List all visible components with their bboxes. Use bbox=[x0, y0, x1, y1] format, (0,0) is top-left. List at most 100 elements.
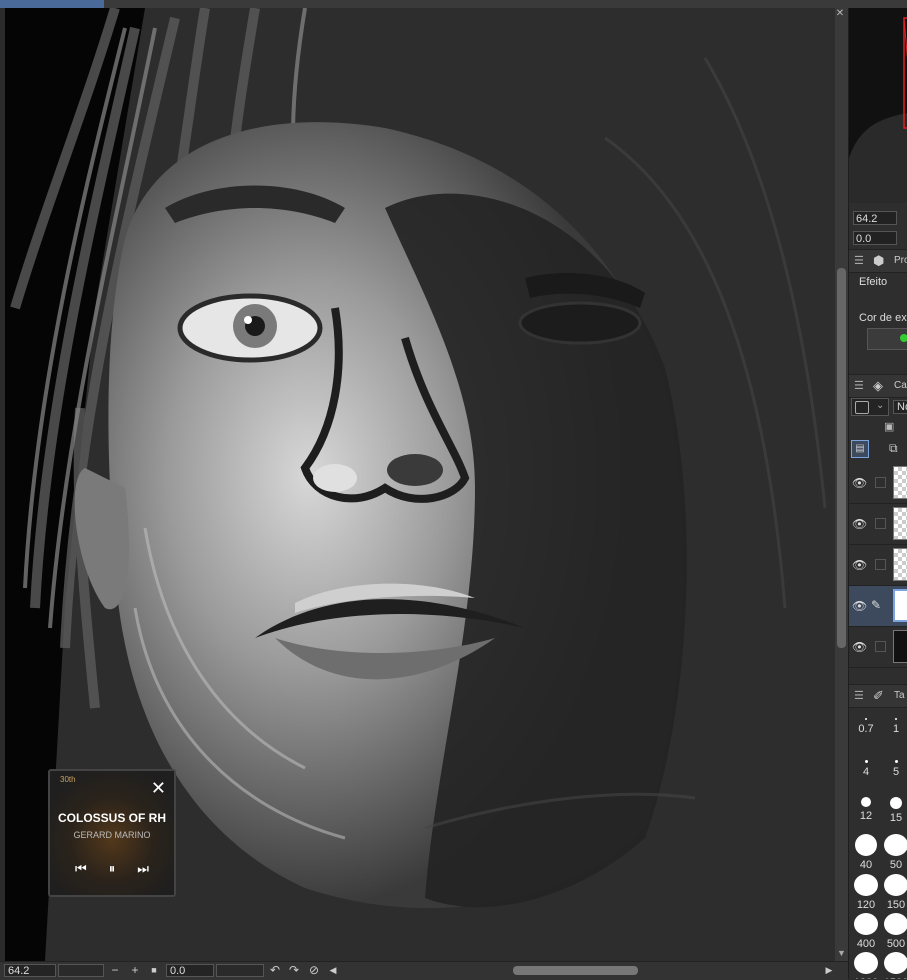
zoom-in-icon[interactable]: + bbox=[128, 963, 142, 978]
horizontal-scroll-thumb[interactable] bbox=[513, 966, 638, 975]
navigator-preview[interactable] bbox=[849, 8, 907, 203]
brush-size-label: 1 bbox=[892, 723, 900, 735]
eye-icon[interactable]: 👁 bbox=[852, 640, 867, 654]
layer-lock-checkbox[interactable] bbox=[875, 477, 886, 488]
layer-palette-icon[interactable]: ▤ bbox=[851, 440, 869, 458]
properties-panel-header[interactable]: ☰ ⬢ Pro bbox=[849, 249, 907, 273]
layer-row[interactable]: 👁 bbox=[849, 545, 907, 586]
brush-size-preset[interactable]: 1200 bbox=[851, 952, 881, 979]
brush-size-preset[interactable]: 400 bbox=[851, 913, 881, 950]
brush-size-preset[interactable]: 0.7 bbox=[851, 718, 881, 735]
brush-size-preset[interactable]: 120 bbox=[851, 874, 881, 911]
layer-thumbnail bbox=[893, 507, 907, 540]
pause-icon[interactable]: ⏸ bbox=[109, 861, 116, 877]
brush-size-preset[interactable]: 4 bbox=[851, 760, 881, 778]
rotate-left-icon[interactable]: ↶ bbox=[268, 963, 282, 978]
layer-thumbnail bbox=[893, 548, 907, 581]
reset-rotation-icon[interactable]: ⊘ bbox=[307, 963, 321, 978]
zoom-field[interactable]: 64.2 bbox=[4, 964, 56, 977]
expression-color-label: Cor de exp bbox=[859, 312, 907, 324]
scroll-down-icon[interactable]: ▼ bbox=[835, 948, 848, 958]
close-icon[interactable]: ✕ bbox=[151, 779, 166, 797]
navigator-rotation-field[interactable]: 0.0 bbox=[853, 231, 897, 245]
brush-size-preset[interactable]: 40 bbox=[851, 834, 881, 871]
brush-size-label: 12 bbox=[859, 810, 873, 822]
brush-size-label: 5 bbox=[892, 766, 900, 778]
fit-icon[interactable]: ■ bbox=[147, 963, 161, 978]
brush-dot-icon bbox=[895, 718, 897, 720]
close-canvas-icon[interactable]: ✕ bbox=[833, 8, 847, 20]
brush-dot-icon bbox=[884, 834, 907, 856]
brush-size-label: 500 bbox=[886, 938, 906, 950]
vertical-scroll-thumb[interactable] bbox=[837, 268, 846, 648]
right-panel-stack: 64.2 0.0 ☰ ⬢ Pro Efeito Cor de exp ☰ ◈ C… bbox=[848, 8, 907, 979]
effect-label: Efeito bbox=[859, 276, 888, 288]
brush-dot-icon bbox=[854, 952, 878, 974]
rotate-right-icon[interactable]: ↷ bbox=[287, 963, 301, 978]
rotation-slider[interactable] bbox=[216, 964, 264, 977]
layer-type-icon bbox=[855, 401, 869, 414]
layer-row[interactable]: 👁 bbox=[849, 627, 907, 668]
brush-dot-icon bbox=[890, 797, 902, 809]
brush-size-label: 150 bbox=[886, 899, 906, 911]
properties-icon: ⬢ bbox=[873, 253, 885, 268]
navigator-zoom-field[interactable]: 64.2 bbox=[853, 211, 897, 225]
brush-dot-icon bbox=[855, 834, 877, 856]
expression-color-button[interactable] bbox=[867, 328, 907, 350]
menu-icon[interactable]: ☰ bbox=[854, 254, 864, 267]
brush-size-preset[interactable]: 15 bbox=[881, 797, 907, 824]
brush-dot-icon bbox=[884, 913, 907, 935]
eye-icon[interactable]: 👁 bbox=[852, 476, 867, 490]
layer-row-active[interactable]: 👁 ✎ bbox=[849, 586, 907, 627]
document-tab[interactable] bbox=[0, 0, 104, 8]
anniversary-emblem: 30th bbox=[60, 775, 76, 784]
layer-thumbnail bbox=[893, 589, 907, 622]
zoom-slider[interactable] bbox=[58, 964, 104, 977]
new-layer-icon[interactable]: ⧉ bbox=[889, 441, 898, 456]
brush-size-preset[interactable]: 150 bbox=[881, 874, 907, 911]
vertical-scrollbar[interactable]: ▼ bbox=[835, 8, 848, 961]
menu-icon[interactable]: ☰ bbox=[854, 689, 864, 702]
chevron-down-icon: ⌄ bbox=[876, 400, 885, 411]
eye-icon[interactable]: 👁 bbox=[852, 558, 867, 572]
music-player-widget[interactable]: 30th ✕ COLOSSUS OF RH GERARD MARINO ⏮ ⏸ … bbox=[48, 769, 176, 897]
blend-mode-dropdown[interactable]: No bbox=[893, 400, 907, 414]
brush-size-preset[interactable]: 1500 bbox=[881, 952, 907, 979]
scroll-left-icon[interactable]: ◀ bbox=[326, 963, 340, 978]
eye-icon[interactable]: 👁 bbox=[852, 517, 867, 531]
brush-size-preset[interactable]: 50 bbox=[881, 834, 907, 871]
brush-size-label: 15 bbox=[889, 812, 903, 824]
layer-row[interactable]: 👁 bbox=[849, 504, 907, 545]
color-dot-icon bbox=[900, 334, 907, 342]
brush-size-preset[interactable]: 5 bbox=[881, 760, 907, 778]
layer-lock-checkbox[interactable] bbox=[875, 559, 886, 570]
brush-size-label: 0.7 bbox=[858, 723, 874, 735]
zoom-out-icon[interactable]: − bbox=[108, 963, 122, 978]
brush-dot-icon bbox=[865, 718, 867, 720]
layer-lock-checkbox[interactable] bbox=[875, 641, 886, 652]
navigator-thumbnail bbox=[849, 8, 907, 203]
scroll-right-icon[interactable]: ▶ bbox=[822, 963, 836, 978]
skip-next-icon[interactable]: ⏭ bbox=[137, 861, 149, 877]
layer-lock-checkbox[interactable] bbox=[875, 518, 886, 529]
eye-icon[interactable]: 👁 bbox=[852, 599, 867, 613]
brush-size-preset[interactable]: 1 bbox=[881, 718, 907, 735]
layer-lock-icon[interactable]: ▣ bbox=[884, 420, 894, 433]
brush-size-panel-header[interactable]: ☰ ✐ Ta bbox=[849, 684, 907, 708]
brush-size-label: 400 bbox=[856, 938, 876, 950]
rotation-field[interactable]: 0.0 bbox=[166, 964, 214, 977]
menu-icon[interactable]: ☰ bbox=[854, 379, 864, 392]
pen-icon: ✎ bbox=[871, 598, 882, 612]
brush-size-label: 50 bbox=[889, 859, 903, 871]
layers-panel-header[interactable]: ☰ ◈ Ca bbox=[849, 374, 907, 398]
layer-type-dropdown[interactable]: ⌄ bbox=[851, 398, 889, 416]
playback-controls: ⏮ ⏸ ⏭ bbox=[50, 861, 174, 877]
brush-dot-icon bbox=[854, 874, 878, 896]
layers-icon: ◈ bbox=[873, 378, 883, 393]
brush-dot-icon bbox=[854, 913, 878, 935]
brush-size-preset[interactable]: 12 bbox=[851, 797, 881, 822]
brush-size-title: Ta bbox=[894, 690, 905, 701]
brush-size-preset[interactable]: 500 bbox=[881, 913, 907, 950]
layer-row[interactable]: 👁 bbox=[849, 463, 907, 504]
skip-previous-icon[interactable]: ⏮ bbox=[75, 861, 87, 877]
